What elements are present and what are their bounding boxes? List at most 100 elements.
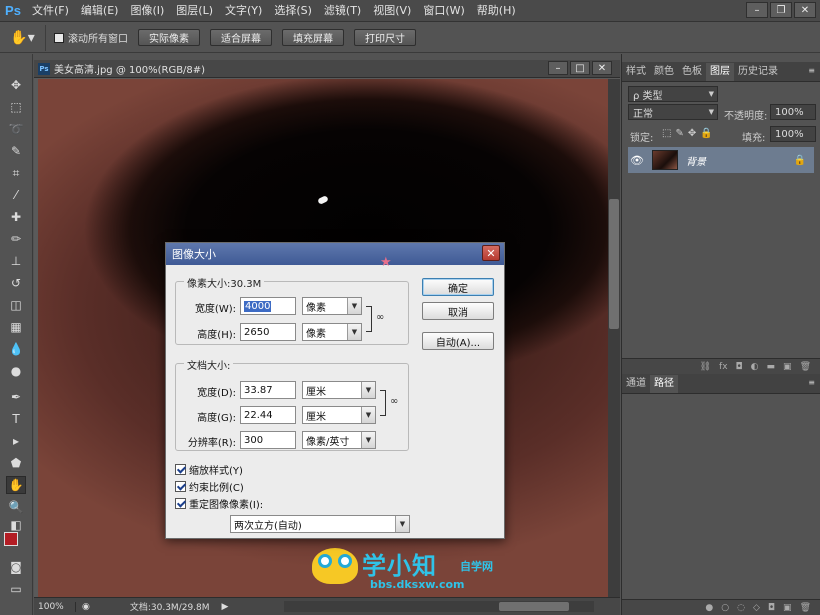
scale-styles-checkbox[interactable]: 缩放样式(Y) <box>175 462 243 477</box>
scroll-all-windows-checkbox[interactable]: 滚动所有窗口 <box>54 30 128 45</box>
menu-window[interactable]: 窗口(W) <box>417 0 470 22</box>
history-brush-tool-icon[interactable]: ↺ <box>6 274 26 292</box>
resample-checkbox[interactable]: 重定图像像素(I): <box>175 496 263 511</box>
quick-select-tool-icon[interactable]: ✎ <box>6 142 26 160</box>
tab-color[interactable]: 颜色 <box>650 63 678 81</box>
visibility-eye-icon[interactable]: 👁 <box>628 154 646 167</box>
restore-icon[interactable]: ❐ <box>770 2 792 18</box>
doc-maximize-icon[interactable]: □ <box>570 61 590 75</box>
tab-layers[interactable]: 图层 <box>706 63 734 81</box>
menu-file[interactable]: 文件(F) <box>26 0 75 22</box>
fill-screen-button[interactable]: 填充屏幕 <box>282 29 344 46</box>
print-size-button[interactable]: 打印尺寸 <box>354 29 416 46</box>
ok-button[interactable]: 确定 <box>422 278 494 296</box>
doc-width-input[interactable]: 33.87 <box>240 381 296 399</box>
dialog-titlebar[interactable]: 图像大小 ✕ <box>166 243 504 265</box>
doc-minimize-icon[interactable]: – <box>548 61 568 75</box>
stroke-path-icon[interactable]: ○ <box>721 603 729 613</box>
doc-close-icon[interactable]: ✕ <box>592 61 612 75</box>
menu-help[interactable]: 帮助(H) <box>471 0 522 22</box>
adjustment-layer-icon[interactable]: ◐ <box>751 362 759 372</box>
horizontal-scrollbar[interactable] <box>284 601 594 612</box>
fx-icon[interactable]: fx <box>719 362 728 372</box>
resolution-unit-select[interactable]: 像素/英寸 ▼ <box>302 431 376 449</box>
tab-channels[interactable]: 通道 <box>622 375 650 393</box>
lasso-tool-icon[interactable]: ➰ <box>6 120 26 138</box>
blend-mode-dropdown[interactable]: 正常 ▼ <box>628 104 718 120</box>
vertical-scroll-thumb[interactable] <box>609 199 619 329</box>
checkbox-checked-icon[interactable] <box>175 464 186 475</box>
fit-screen-button[interactable]: 适合屏幕 <box>210 29 272 46</box>
gradient-tool-icon[interactable]: ▦ <box>6 318 26 336</box>
checkbox-checked-icon[interactable] <box>175 498 186 509</box>
resolution-input[interactable]: 300 <box>240 431 296 449</box>
type-tool-icon[interactable]: T <box>6 410 26 428</box>
tab-styles[interactable]: 样式 <box>622 63 650 81</box>
pixel-height-unit-select[interactable]: 像素 ▼ <box>302 323 362 341</box>
menu-view[interactable]: 视图(V) <box>367 0 417 22</box>
menu-filter[interactable]: 滤镜(T) <box>318 0 367 22</box>
auto-button[interactable]: 自动(A)... <box>422 332 494 350</box>
doc-height-input[interactable]: 22.44 <box>240 406 296 424</box>
link-layers-icon[interactable]: ⛓ <box>700 362 711 372</box>
layer-row-background[interactable]: 👁 背景 🔒 <box>628 147 814 173</box>
path-selection-tool-icon[interactable]: ▸ <box>6 432 26 450</box>
load-selection-icon[interactable]: ◌ <box>737 603 745 613</box>
close-icon[interactable]: ✕ <box>794 2 816 18</box>
fill-field[interactable]: 100% <box>770 126 816 142</box>
zoom-level[interactable]: 100% <box>34 601 76 612</box>
resample-method-select[interactable]: 两次立方(自动) ▼ <box>230 515 410 533</box>
status-menu-arrow-icon[interactable]: ▶ <box>222 602 229 612</box>
minimize-icon[interactable]: – <box>746 2 768 18</box>
delete-path-icon[interactable]: 🗑 <box>800 603 811 613</box>
tab-paths[interactable]: 路径 <box>650 375 678 393</box>
eraser-tool-icon[interactable]: ◫ <box>6 296 26 314</box>
crop-tool-icon[interactable]: ⌗ <box>6 164 26 182</box>
blur-tool-icon[interactable]: 💧 <box>6 340 26 358</box>
eyedropper-tool-icon[interactable]: ⁄ <box>6 186 26 204</box>
panel-menu-icon[interactable]: ≡ <box>808 66 815 75</box>
healing-brush-tool-icon[interactable]: ✚ <box>6 208 26 226</box>
constrain-proportions-checkbox[interactable]: 约束比例(C) <box>175 479 244 494</box>
doc-height-unit-select[interactable]: 厘米 ▼ <box>302 406 376 424</box>
dodge-tool-icon[interactable]: ● <box>6 362 26 380</box>
new-group-icon[interactable]: ▬ <box>767 362 776 372</box>
pixel-width-unit-select[interactable]: 像素 ▼ <box>302 297 362 315</box>
layer-filter-dropdown[interactable]: ρ 类型 ▼ <box>628 86 718 102</box>
panel-menu-icon[interactable]: ≡ <box>808 378 815 387</box>
hand-tool-icon[interactable]: ✋ <box>6 476 26 494</box>
checkbox-box[interactable] <box>54 32 64 43</box>
add-mask-icon[interactable]: ◘ <box>736 362 743 372</box>
make-work-path-icon[interactable]: ◇ <box>753 603 760 613</box>
menu-layer[interactable]: 图层(L) <box>170 0 219 22</box>
fill-path-icon[interactable]: ● <box>705 603 713 613</box>
menu-type[interactable]: 文字(Y) <box>219 0 268 22</box>
foreground-color-swatch[interactable] <box>4 532 18 546</box>
opacity-field[interactable]: 100% <box>770 104 816 120</box>
menu-select[interactable]: 选择(S) <box>268 0 318 22</box>
quick-mask-icon[interactable]: ◙ <box>6 558 26 576</box>
tab-swatches[interactable]: 色板 <box>678 63 706 81</box>
screen-mode-icon[interactable]: ▭ <box>6 580 26 598</box>
hand-tool-preset-icon[interactable]: ✋▾ <box>0 24 46 51</box>
marquee-tool-icon[interactable]: ⬚ <box>6 98 26 116</box>
status-info-icon[interactable]: ◉ <box>82 602 90 612</box>
clone-stamp-tool-icon[interactable]: ⊥ <box>6 252 26 270</box>
doc-width-unit-select[interactable]: 厘米 ▼ <box>302 381 376 399</box>
tab-history[interactable]: 历史记录 <box>734 63 782 81</box>
zoom-tool-icon[interactable]: 🔍 <box>6 498 26 516</box>
new-path-icon[interactable]: ▣ <box>783 603 792 613</box>
shape-tool-icon[interactable]: ⬟ <box>6 454 26 472</box>
delete-layer-icon[interactable]: 🗑 <box>800 362 811 372</box>
new-layer-icon[interactable]: ▣ <box>783 362 792 372</box>
dialog-close-button[interactable]: ✕ <box>482 245 500 261</box>
actual-pixels-button[interactable]: 实际像素 <box>138 29 200 46</box>
lock-icons[interactable]: ⬚✎✥🔒 <box>662 128 717 139</box>
move-tool-icon[interactable]: ✥ <box>6 76 26 94</box>
add-mask-icon[interactable]: ◘ <box>768 603 775 613</box>
pixel-height-input[interactable]: 2650 <box>240 323 296 341</box>
vertical-scrollbar[interactable] <box>608 79 620 597</box>
menu-image[interactable]: 图像(I) <box>124 0 170 22</box>
pixel-width-input[interactable]: 4000 <box>240 297 296 315</box>
cancel-button[interactable]: 取消 <box>422 302 494 320</box>
